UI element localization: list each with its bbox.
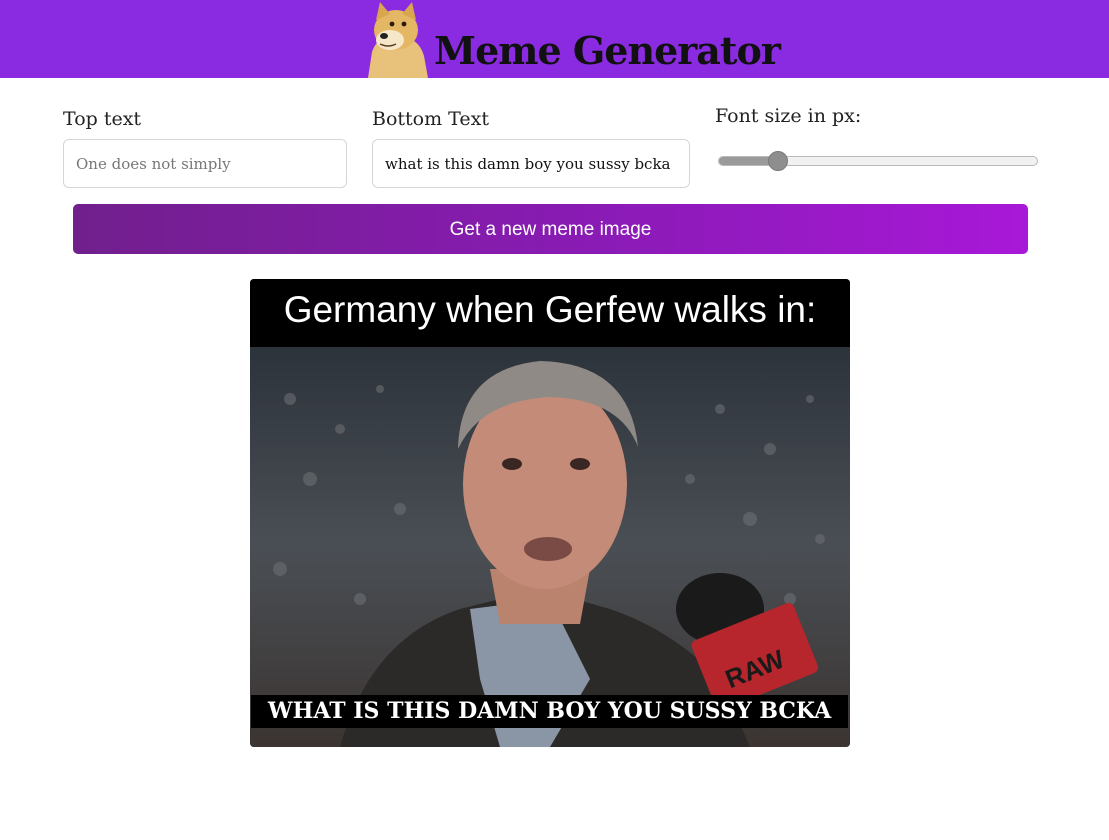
image-caption: Germany when Gerfew walks in:	[283, 289, 817, 330]
font-size-slider-thumb[interactable]	[767, 151, 788, 171]
top-text-input[interactable]	[63, 139, 347, 188]
font-size-slider[interactable]	[718, 151, 1038, 171]
app-header: Meme Generator	[0, 0, 1109, 78]
top-text-label: Top text	[63, 108, 142, 130]
meme-preview: RAW Germany when Gerfew walks in: WHAT I…	[250, 279, 850, 747]
app-title: Meme Generator	[434, 28, 781, 73]
font-size-label: Font size in px:	[715, 105, 862, 127]
bottom-text-label: Bottom Text	[372, 108, 489, 130]
bottom-text-input[interactable]	[372, 139, 690, 188]
meme-bottom-text: WHAT IS THIS DAMN BOY YOU SUSSY BCKA	[251, 695, 848, 728]
doge-icon	[362, 0, 430, 78]
meme-photo: RAW	[250, 347, 850, 747]
get-new-meme-button[interactable]: Get a new meme image	[73, 204, 1028, 254]
image-caption-bar: Germany when Gerfew walks in:	[250, 279, 850, 347]
